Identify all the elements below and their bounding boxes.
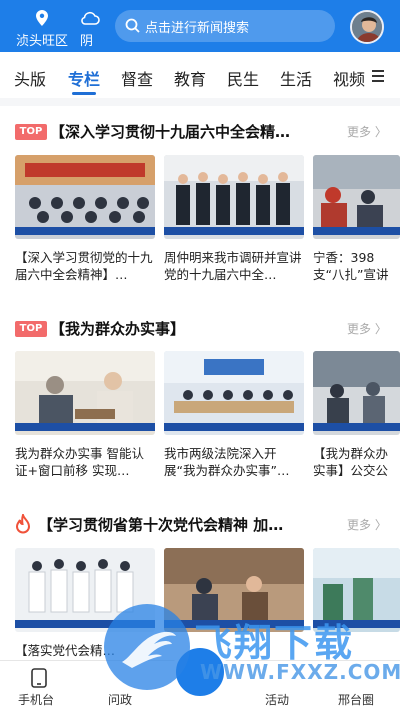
tab-video[interactable]: 视频: [333, 66, 365, 90]
more-link[interactable]: 更多 〉: [347, 516, 387, 533]
news-thumbnail: [313, 155, 400, 239]
news-thumbnail: [15, 155, 155, 239]
news-thumbnail: [164, 351, 304, 435]
section-header: TOP 【我为群众办实事】 更多 〉: [0, 317, 400, 341]
location-pin-icon: [36, 10, 48, 30]
news-thumbnail: [164, 548, 304, 632]
tabs-divider: [0, 98, 400, 106]
top-bar: 浈头旺区 阴 点击进行新闻搜索: [0, 0, 400, 52]
section-title[interactable]: 【我为群众办实事】: [50, 318, 342, 339]
tab-life[interactable]: 生活: [280, 66, 312, 90]
tab-supervision[interactable]: 督查: [121, 66, 153, 90]
news-caption: 我为群众办实事 智能认证+窗口前移 实现…: [15, 446, 144, 478]
news-thumbnail: [313, 351, 400, 435]
news-caption: 【落实党代会精…: [15, 643, 116, 658]
more-link[interactable]: 更多 〉: [347, 123, 387, 140]
menu-icon[interactable]: [372, 70, 384, 82]
more-link[interactable]: 更多 〉: [347, 320, 387, 337]
weather-widget[interactable]: 阴: [78, 8, 102, 49]
nav-activity[interactable]: 活动: [265, 691, 289, 708]
section-header: TOP 【深入学习贯彻十九届六中全会精… 更多 〉: [0, 120, 400, 144]
nav-xingtai-circle[interactable]: 邢台圈: [338, 691, 374, 708]
tab-headline[interactable]: 头版: [14, 66, 46, 90]
news-thumbnail: [164, 155, 304, 239]
tab-education[interactable]: 教育: [174, 66, 206, 90]
cloud-icon: [80, 10, 100, 29]
news-caption: 宁香：398支“八扎”宣讲十九届六…: [313, 250, 389, 282]
section-title[interactable]: 【深入学习贯彻十九届六中全会精…: [50, 121, 342, 142]
location-selector[interactable]: 浈头旺区: [14, 8, 70, 49]
section-header: 【学习贯彻省第十次党代会精神 加… 更多 〉: [0, 511, 400, 538]
center-action-button[interactable]: [172, 644, 228, 700]
news-caption: 【我为群众办实事】公交公司推出颜…: [313, 446, 389, 478]
search-input[interactable]: 点击进行新闻搜索: [115, 10, 335, 42]
top-badge: TOP: [15, 321, 47, 337]
search-icon: [125, 18, 140, 37]
news-caption: 我市两级法院深入开展“我为群众办实事”…: [164, 446, 290, 478]
category-tabs: 头版 专栏 督查 教育 民生 生活 视频: [0, 52, 400, 98]
news-caption: 周仲明来我市调研并宣讲党的十九届六中全…: [164, 250, 302, 282]
weather-label: 阴: [80, 34, 94, 49]
tab-livelihood[interactable]: 民生: [227, 66, 259, 90]
nav-inquiry[interactable]: 问政: [108, 691, 132, 708]
section-title[interactable]: 【学习贯彻省第十次党代会精神 加…: [38, 514, 330, 535]
flame-icon: [15, 511, 31, 538]
news-thumbnail: [15, 548, 155, 632]
nav-phone-station[interactable]: 手机台: [18, 691, 54, 708]
location-label: 浈头旺区: [15, 34, 68, 49]
news-thumbnail: [15, 351, 155, 435]
news-thumbnail: [313, 548, 400, 632]
active-tab-indicator: [72, 92, 96, 95]
tab-column[interactable]: 专栏: [68, 66, 100, 90]
search-placeholder: 点击进行新闻搜索: [145, 21, 250, 36]
news-caption: 【深入学习贯彻党的十九届六中全会精神】…: [15, 250, 153, 282]
avatar[interactable]: [350, 10, 384, 44]
top-badge: TOP: [15, 124, 47, 140]
phone-icon: [31, 668, 47, 692]
